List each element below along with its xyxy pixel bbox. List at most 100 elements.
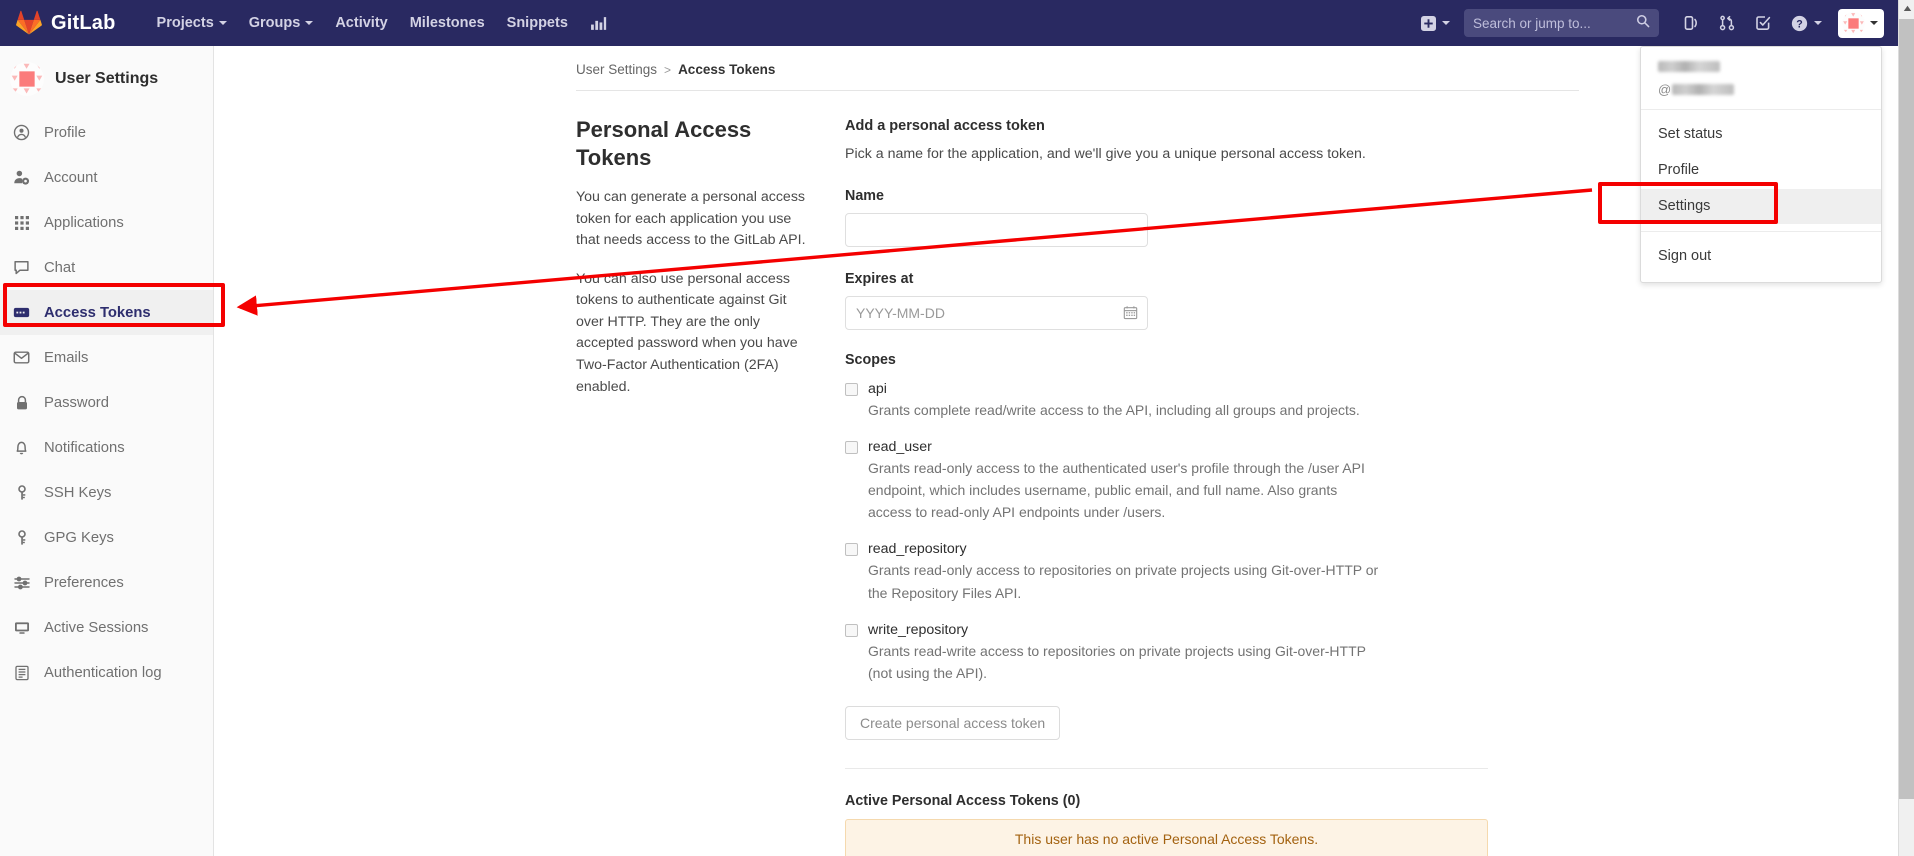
dropdown-item-set-status[interactable]: Set status (1641, 117, 1881, 153)
scope-checkbox-read-repository[interactable] (845, 543, 858, 557)
key-icon (12, 528, 31, 547)
gitlab-brand-link[interactable]: GitLab (16, 10, 116, 36)
sidebar-item-active-sessions[interactable]: Active Sessions (0, 605, 213, 650)
section-paragraph-2: You can also use personal access tokens … (576, 270, 798, 395)
dropdown-item-sign-out[interactable]: Sign out (1641, 239, 1881, 275)
sidebar-item-account[interactable]: Account (0, 155, 213, 200)
nav-link-projects[interactable]: Projects (146, 10, 238, 36)
token-form-column: Add a personal access token Pick a name … (845, 116, 1549, 856)
sidebar-item-ssh-keys[interactable]: SSH Keys (0, 470, 213, 515)
form-description: Pick a name for the application, and we'… (845, 146, 1366, 162)
todos-icon[interactable] (1745, 11, 1781, 35)
bell-icon (12, 438, 31, 457)
dropdown-item-profile[interactable]: Profile (1641, 153, 1881, 189)
nav-link-groups[interactable]: Groups (238, 10, 325, 36)
breadcrumb-parent-link[interactable]: User Settings (576, 62, 657, 77)
dropdown-item-settings[interactable]: Settings (1641, 188, 1881, 225)
search-input[interactable]: Search or jump to... (1464, 9, 1659, 37)
sidebar-item-chat[interactable]: Chat (0, 245, 213, 290)
dropdown-user-info[interactable]: @ (1641, 47, 1881, 110)
chevron-down-icon (218, 21, 227, 25)
new-item-button[interactable] (1413, 12, 1458, 35)
form-divider (845, 767, 1488, 769)
sidebar-item-authentication-log[interactable]: Authentication log (0, 650, 213, 695)
user-settings-avatar (10, 62, 44, 96)
token-name-input[interactable] (845, 213, 1148, 247)
sidebar-item-label: Password (44, 394, 109, 411)
sidebar-header[interactable]: User Settings (0, 54, 213, 110)
chat-bubble-icon (12, 258, 31, 277)
scope-label-api[interactable]: api (868, 381, 887, 397)
scope-checkbox-read-user[interactable] (845, 441, 858, 455)
sidebar-item-label: Applications (44, 214, 124, 231)
top-navigation-bar: GitLab Projects Groups Activity Mileston… (0, 0, 1898, 46)
scope-checkbox-write-repository[interactable] (845, 623, 858, 637)
dropdown-menu-list: Set status Profile Settings Sign out (1641, 110, 1881, 282)
search-placeholder-text: Search or jump to... (1473, 15, 1591, 31)
sidebar-item-password[interactable]: Password (0, 380, 213, 425)
sidebar-item-label: Account (44, 169, 98, 186)
sidebar-item-label: Emails (44, 349, 89, 366)
scope-checkbox-api[interactable] (845, 383, 858, 396)
monitor-icon (12, 618, 31, 637)
no-active-tokens-alert: This user has no active Personal Access … (845, 818, 1488, 856)
scope-row-write-repository: write_repository Grants read-write acces… (845, 622, 1549, 684)
nav-link-activity-label: Activity (335, 15, 388, 31)
user-settings-sidebar: User Settings Profile Account Applicatio… (0, 46, 214, 856)
sidebar-item-gpg-keys[interactable]: GPG Keys (0, 515, 213, 560)
scope-row-api: api Grants complete read/write access to… (845, 381, 1549, 421)
scope-label-write-repository[interactable]: write_repository (868, 622, 968, 638)
page-title: User Settings (55, 70, 159, 87)
token-expires-input[interactable] (845, 296, 1148, 330)
help-icon[interactable]: ? (1781, 11, 1832, 36)
sidebar-item-label: Chat (44, 259, 76, 276)
breadcrumb-separator: > (664, 62, 672, 77)
scope-description-read-repository: Grants read-only access to repositories … (868, 562, 1379, 601)
sidebar-item-applications[interactable]: Applications (0, 200, 213, 245)
merge-requests-icon[interactable] (1709, 11, 1745, 35)
lock-icon (12, 393, 31, 412)
section-paragraph-1: You can generate a personal access token… (576, 189, 806, 249)
form-title: Add a personal access token (845, 118, 1045, 134)
scope-label-read-repository[interactable]: read_repository (868, 541, 967, 557)
sidebar-item-label: Authentication log (44, 664, 162, 681)
create-personal-access-token-button[interactable]: Create personal access token (845, 705, 1061, 740)
page-scrollbar[interactable] (1898, 0, 1914, 856)
sliders-icon (12, 573, 31, 592)
scopes-label: Scopes (845, 352, 896, 368)
scope-row-read-repository: read_repository Grants read-only access … (845, 541, 1549, 603)
nav-link-milestones[interactable]: Milestones (399, 10, 496, 36)
scroll-up-arrow[interactable] (1899, 0, 1914, 17)
envelope-icon (12, 348, 31, 367)
sidebar-item-label: SSH Keys (44, 484, 112, 501)
scope-label-read-user[interactable]: read_user (868, 439, 932, 455)
sidebar-item-access-tokens[interactable]: Access Tokens (0, 290, 213, 335)
chart-bar-icon[interactable] (579, 10, 618, 37)
settings-description-column: Personal Access Tokens You can generate … (576, 116, 845, 856)
user-menu-dropdown: @ Set status Profile Settings Sign out (1640, 46, 1882, 283)
scope-description-read-user: Grants read-only access to the authentic… (868, 460, 1365, 521)
expires-field-label: Expires at (845, 271, 914, 287)
sidebar-item-label: GPG Keys (44, 529, 114, 546)
log-book-icon (12, 663, 31, 682)
chevron-down-icon (1814, 21, 1822, 25)
user-handle-redacted (1672, 84, 1735, 95)
scope-row-read-user: read_user Grants read-only access to the… (845, 439, 1549, 523)
nav-link-activity[interactable]: Activity (324, 10, 398, 36)
scope-description-write-repository: Grants read-write access to repositories… (868, 642, 1366, 681)
primary-nav-links: Projects Groups Activity Milestones Snip… (146, 10, 618, 37)
user-menu-button[interactable] (1838, 8, 1884, 38)
sidebar-item-preferences[interactable]: Preferences (0, 560, 213, 605)
sidebar-item-notifications[interactable]: Notifications (0, 425, 213, 470)
nav-link-milestones-label: Milestones (409, 15, 485, 31)
sidebar-item-label: Preferences (44, 574, 124, 591)
sidebar-item-emails[interactable]: Emails (0, 335, 213, 380)
chevron-down-icon (1870, 21, 1878, 25)
dropdown-divider (1641, 231, 1881, 233)
sidebar-item-profile[interactable]: Profile (0, 110, 213, 155)
at-sign: @ (1658, 82, 1672, 97)
sidebar-item-label: Active Sessions (44, 619, 149, 636)
nav-link-snippets[interactable]: Snippets (496, 10, 579, 36)
scrollbar-thumb[interactable] (1899, 19, 1914, 799)
issues-icon[interactable] (1673, 11, 1709, 35)
